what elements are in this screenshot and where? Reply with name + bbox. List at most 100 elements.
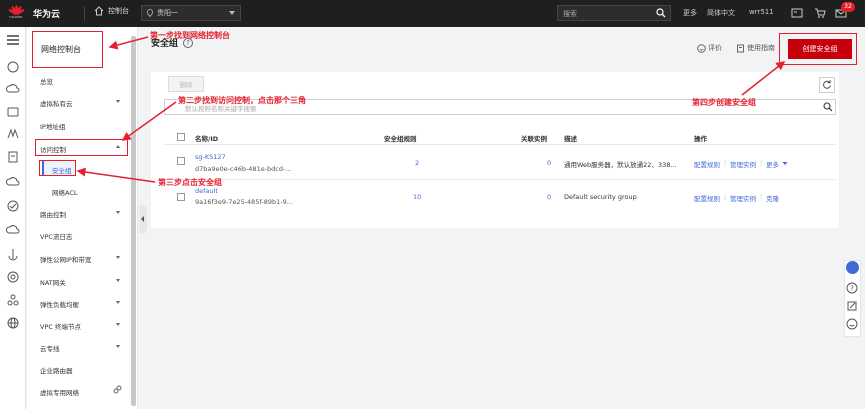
link-icon[interactable] [113, 385, 122, 394]
manage-instances-link[interactable]: 管理实例 [730, 193, 756, 203]
monitor-icon[interactable] [6, 223, 20, 237]
security-icon[interactable] [6, 199, 20, 213]
op-divider: | [724, 193, 727, 201]
anchor-icon[interactable] [6, 247, 20, 261]
menu-icon[interactable] [6, 33, 20, 47]
chevron-down-icon[interactable] [116, 323, 120, 326]
location-pin-icon [147, 9, 153, 17]
search-placeholder: 搜索 [563, 10, 577, 18]
more-menu[interactable]: 更多 [683, 8, 697, 18]
chevron-down-icon[interactable] [116, 211, 120, 214]
instances-count-link[interactable]: 0 [547, 193, 551, 201]
divider [84, 6, 85, 21]
home-icon [94, 6, 104, 16]
smile-icon [697, 43, 706, 53]
feedback-link[interactable]: 评价 [697, 43, 722, 53]
clone-link[interactable]: 克隆 [766, 193, 779, 203]
chevron-down-icon[interactable] [116, 301, 120, 304]
op-divider: | [760, 159, 763, 167]
sidebar-scrollbar[interactable] [131, 36, 136, 406]
settings-icon[interactable] [6, 270, 20, 284]
chevron-down-icon[interactable] [116, 256, 120, 259]
sidebar-item-network-acl[interactable]: 网络ACL [52, 187, 78, 197]
document-icon [737, 44, 744, 52]
sidebar-collapse-handle[interactable] [139, 205, 147, 233]
sidebar-item-route-control[interactable]: 路由控制 [40, 209, 66, 219]
column-operations: 操作 [694, 135, 707, 143]
row-checkbox[interactable] [177, 193, 185, 201]
security-group-id: 9a16f3e9-7e25-485f-89b1-9... [195, 198, 293, 206]
help-icon[interactable]: ? [846, 282, 858, 294]
chevron-up-icon[interactable] [116, 145, 120, 148]
sidebar-item-nat[interactable]: NAT网关 [40, 277, 66, 287]
configure-rules-link[interactable]: 配置规则 [694, 193, 720, 203]
column-instances: 关联实例 [521, 135, 547, 143]
console-window-icon[interactable] [790, 6, 804, 20]
op-divider: | [724, 159, 727, 167]
chevron-down-icon[interactable] [116, 100, 120, 103]
guide-label: 使用指南 [747, 44, 775, 52]
cloud-server-icon[interactable] [6, 60, 20, 74]
search-icon[interactable] [656, 8, 666, 18]
workflow-icon[interactable] [6, 293, 20, 307]
global-search-input[interactable]: 搜索 [557, 5, 671, 21]
globe-icon[interactable] [6, 316, 20, 330]
security-group-name-link[interactable]: default [195, 187, 218, 195]
instances-count-link[interactable]: 0 [547, 159, 551, 167]
chevron-down-icon[interactable] [116, 345, 120, 348]
assistant-icon[interactable] [846, 261, 859, 274]
region-label: 贵阳一 [157, 9, 178, 17]
sidebar-item-access-control[interactable]: 访问控制 [40, 144, 66, 154]
smile-icon[interactable] [846, 318, 858, 330]
search-icon[interactable] [823, 102, 833, 112]
message-count-badge: 32 [841, 2, 855, 12]
console-home-link[interactable]: 控制台 [94, 6, 129, 16]
security-group-id: d7ba9e0e-c46b-481e-bdcd-... [195, 165, 292, 173]
sidebar-item-overview[interactable]: 总览 [40, 76, 53, 86]
language-switch[interactable]: 简体中文 [707, 8, 735, 18]
huawei-logo[interactable]: HUAWEI [5, 4, 27, 22]
create-security-group-button[interactable]: 创建安全组 [788, 39, 852, 59]
row-divider [164, 179, 836, 180]
sidebar-item-elb[interactable]: 弹性负载均衡 [40, 299, 79, 309]
annotation-step-1: 第一步找到网络控制台 [150, 31, 230, 40]
sidebar-item-ip-group[interactable]: IP地址组 [40, 121, 65, 131]
refresh-icon[interactable] [819, 77, 835, 93]
sidebar-item-vpc-endpoint[interactable]: VPC 终端节点 [40, 321, 81, 331]
table-header [164, 128, 836, 145]
description-text: 通用Web服务器，默认放通22、338... [564, 161, 677, 169]
cloud-icon[interactable] [6, 82, 20, 96]
cloud-service-icon[interactable] [6, 175, 20, 189]
select-all-checkbox[interactable] [177, 133, 185, 141]
row-checkbox[interactable] [177, 157, 185, 165]
sidebar-item-security-group[interactable]: 安全组 [52, 165, 72, 175]
storage-icon[interactable] [6, 105, 20, 119]
rules-count-link[interactable]: 2 [415, 159, 419, 167]
user-menu[interactable]: wrr511 [749, 8, 774, 16]
chevron-down-icon[interactable] [782, 161, 788, 166]
more-ops-dropdown[interactable]: 更多 [766, 159, 779, 169]
sidebar-item-vpn[interactable]: 虚拟专用网络 [40, 387, 79, 397]
delete-button[interactable]: 删除 [168, 76, 204, 92]
rules-count-link[interactable]: 10 [413, 193, 421, 201]
security-group-name-link[interactable]: sg-KS127 [195, 153, 226, 161]
sidebar-item-vpc-flow-log[interactable]: VPC流日志 [40, 231, 72, 241]
service-icon-rail [0, 27, 26, 409]
annotation-step-2: 第二步找到访问控制，点击那个三角 [178, 96, 306, 105]
edit-icon[interactable] [846, 300, 858, 312]
database-icon[interactable] [6, 150, 20, 164]
sidebar-item-direct-connect[interactable]: 云专线 [40, 343, 60, 353]
brand-name[interactable]: 华为云 [33, 7, 60, 20]
sidebar-title[interactable]: 网络控制台 [32, 31, 103, 68]
region-selector[interactable]: 贵阳一 [141, 5, 241, 21]
manage-instances-link[interactable]: 管理实例 [730, 159, 756, 169]
network-icon[interactable] [6, 127, 20, 141]
configure-rules-link[interactable]: 配置规则 [694, 159, 720, 169]
guide-link[interactable]: 使用指南 [736, 43, 775, 53]
cart-icon[interactable] [813, 6, 827, 20]
sidebar-item-eip[interactable]: 弹性公网IP和带宽 [40, 254, 91, 264]
sidebar-item-vpc[interactable]: 虚拟私有云 [40, 98, 73, 108]
logo-text: HUAWEI [9, 15, 23, 19]
sidebar-item-enterprise-router[interactable]: 企业路由器 [40, 365, 73, 375]
chevron-down-icon[interactable] [116, 279, 120, 282]
